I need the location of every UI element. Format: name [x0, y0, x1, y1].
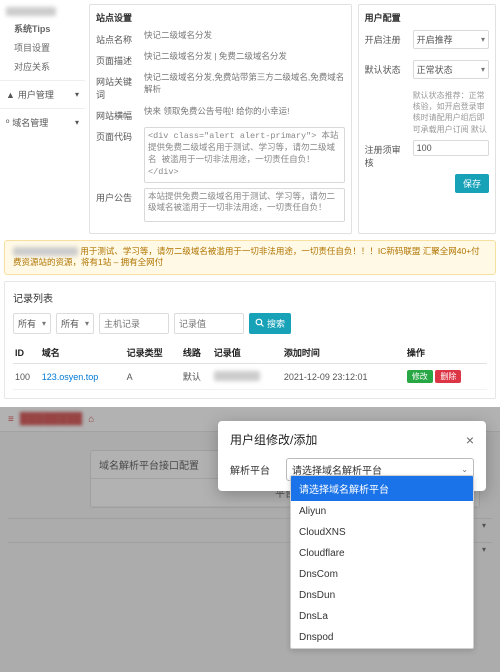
chevron-down-icon: ▾ — [75, 118, 79, 127]
record-list-card: 记录列表 所有▾ 所有▾ 搜索 ID 域名 记录类型 线路 记录值 添加时间 操… — [4, 281, 496, 399]
filter-select-2[interactable]: 所有▾ — [56, 313, 94, 334]
option-cloudflare[interactable]: Cloudflare — [291, 543, 473, 564]
th-time: 添加时间 — [282, 342, 405, 364]
label-reg-open: 开启注册 — [365, 30, 407, 46]
modal-usergroup-edit: 用户组修改/添加 × 解析平台 请选择域名解析平台 ⌄ 请选择域名解析平台 Al… — [218, 421, 486, 491]
domain-link[interactable]: 123.osyen.top — [42, 372, 99, 382]
label-site-desc: 页面描述 — [96, 51, 138, 67]
select-default-status[interactable]: 正常状态▾ — [413, 60, 489, 79]
label-reg-audit: 注册须审核 — [365, 140, 407, 169]
select-reg-open[interactable]: 开启推荐▾ — [413, 30, 489, 49]
sidebar-group-domain[interactable]: º 域名管理 ▾ — [0, 113, 85, 132]
th-type: 记录类型 — [125, 342, 181, 364]
option-placeholder[interactable]: 请选择域名解析平台 — [291, 476, 473, 501]
th-line: 线路 — [181, 342, 212, 364]
panel-user-config: 用户配置 开启注册 开启推荐▾ 默认状态 正常状态▾ 默认状态推荐：正常核验，如… — [358, 4, 496, 234]
dropdown-options: 请选择域名解析平台 Aliyun CloudXNS Cloudflare Dns… — [290, 475, 474, 649]
chevron-down-icon: ⌄ — [461, 465, 468, 474]
edit-button[interactable]: 修改 — [407, 370, 433, 383]
label-site-template: 页面代码 — [96, 127, 138, 143]
label-site-name: 站点名称 — [96, 30, 138, 46]
option-cloudxns[interactable]: CloudXNS — [291, 522, 473, 543]
option-dnsdun[interactable]: DnsDun — [291, 585, 473, 606]
filter-input-host[interactable] — [99, 313, 169, 334]
sidebar-group-label: 域名管理 — [12, 116, 48, 129]
cell-line: 默认 — [181, 364, 212, 390]
record-table: ID 域名 记录类型 线路 记录值 添加时间 操作 100 123.osyen.… — [13, 342, 487, 390]
label-site-notice: 用户公告 — [96, 188, 138, 204]
th-ops: 操作 — [405, 342, 487, 364]
table-row: 100 123.osyen.top A 默认 2021-12-09 23:12:… — [13, 364, 487, 390]
cell-time: 2021-12-09 23:12:01 — [282, 364, 405, 390]
cell-id: 100 — [13, 364, 40, 390]
sidebar-group-label: 用户管理 — [18, 88, 54, 101]
th-domain: 域名 — [40, 342, 125, 364]
search-icon — [255, 318, 264, 329]
textarea-site-template[interactable]: <div class="alert alert-primary"> 本站提供免费… — [144, 127, 345, 183]
label-resolve-platform: 解析平台 — [230, 462, 278, 477]
th-id: ID — [13, 342, 40, 364]
option-dnspod[interactable]: Dnspod — [291, 627, 473, 648]
sidebar-group-user[interactable]: ▲ 用户管理 ▾ — [0, 85, 85, 104]
value-site-banner: 快来 领取免费公告号啦! 给你的小幸运! — [144, 106, 345, 118]
delete-button[interactable]: 删除 — [435, 370, 461, 383]
panel-site-settings: 站点设置 站点名称 快记二级域名分发 页面描述 快记二级域名分发 | 免费二级域… — [89, 4, 352, 234]
record-list-title: 记录列表 — [13, 290, 487, 305]
panel-title: 用户配置 — [365, 11, 489, 24]
value-site-keywords: 快记二级域名分发,免费站带第三方二级域名,免费域名解析 — [144, 72, 345, 96]
chevron-down-icon: ▾ — [75, 90, 79, 99]
user-icon: ▲ — [6, 90, 15, 100]
label-site-keywords: 网站关键词 — [96, 72, 138, 101]
save-button[interactable]: 保存 — [455, 174, 489, 193]
sidebar-item-project[interactable]: 项目设置 — [0, 38, 85, 57]
panel-title: 站点设置 — [96, 11, 345, 24]
label-default-status: 默认状态 — [365, 60, 407, 76]
option-dnscom[interactable]: DnsCom — [291, 564, 473, 585]
filter-input-value[interactable] — [174, 313, 244, 334]
hint-text: 默认状态推荐：正常核验，如开启登录审核时请配用户组后即可承载用户订阅 默认 — [413, 90, 489, 135]
value-site-desc: 快记二级域名分发 | 免费二级域名分发 — [144, 51, 345, 63]
notice-bar: 用于测试、学习等，请勿二级域名被滥用于一切非法用途，一切责任自负！！！IC新码联… — [4, 240, 496, 276]
option-dnsla[interactable]: DnsLa — [291, 606, 473, 627]
value-site-name: 快记二级域名分发 — [144, 30, 345, 42]
sidebar-item-label: 系统Tips — [14, 22, 50, 35]
option-aliyun[interactable]: Aliyun — [291, 501, 473, 522]
cell-type: A — [125, 364, 181, 390]
cell-value-blurred — [214, 371, 260, 381]
sidebar-item-label: 对应关系 — [14, 60, 50, 73]
textarea-site-notice[interactable]: 本站提供免费二级域名用于测试、学习等，请勿二级域名被滥用于一切非法用途，一切责任… — [144, 188, 345, 222]
chevron-down-icon: ▾ — [481, 65, 485, 74]
th-value: 记录值 — [212, 342, 282, 364]
search-button[interactable]: 搜索 — [249, 313, 291, 334]
input-reg-audit[interactable]: 100 — [413, 140, 489, 156]
globe-icon: º — [6, 118, 9, 128]
filter-select-1[interactable]: 所有▾ — [13, 313, 51, 334]
label-site-banner: 网站横幅 — [96, 106, 138, 122]
chevron-down-icon: ▾ — [481, 35, 485, 44]
modal-title: 用户组修改/添加 — [230, 431, 317, 448]
close-icon[interactable]: × — [466, 432, 474, 448]
sidebar-item-label: 项目设置 — [14, 41, 50, 54]
sidebar: 系统Tips 项目设置 对应关系 ▲ 用户管理 ▾ º 域名管理 ▾ — [0, 0, 85, 234]
sidebar-item-relation[interactable]: 对应关系 — [0, 57, 85, 76]
sidebar-item-tips[interactable]: 系统Tips — [0, 19, 85, 38]
